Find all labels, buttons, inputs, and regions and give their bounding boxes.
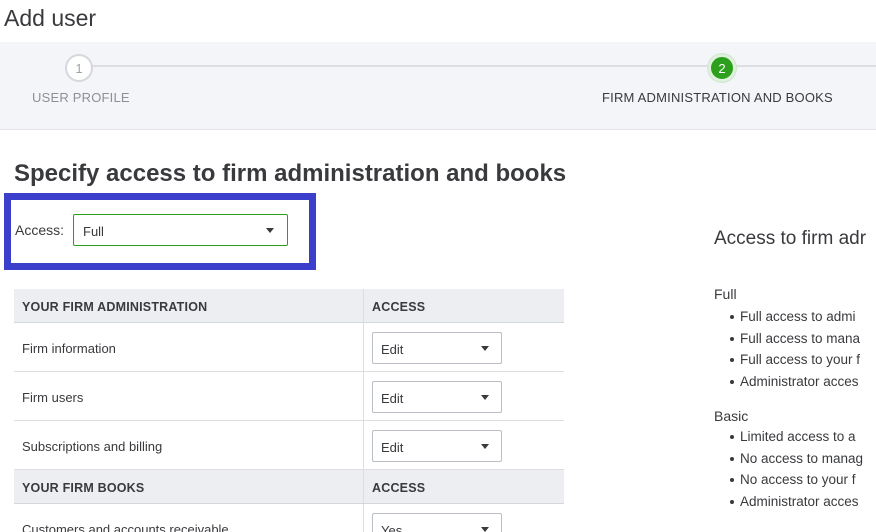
column-divider	[363, 323, 364, 371]
column-divider	[363, 289, 364, 322]
table-row: Firm users Edit	[14, 372, 564, 421]
level-title-full: Full	[714, 286, 737, 302]
table-header-firm-books: YOUR FIRM BOOKS ACCESS	[14, 470, 564, 504]
column-divider	[363, 470, 364, 503]
header-firm-books: YOUR FIRM BOOKS	[22, 481, 145, 495]
header-firm-administration: YOUR FIRM ADMINISTRATION	[22, 300, 208, 314]
row-label-customers-ar: Customers and accounts receivable	[22, 522, 229, 532]
list-item: Full access to mana	[729, 328, 860, 350]
step-2-indicator: 2	[708, 54, 736, 82]
table-row: Firm information Edit	[14, 323, 564, 372]
stepper-line	[92, 65, 876, 67]
firm-information-access-dropdown[interactable]: Edit	[372, 332, 502, 364]
access-level-dropdown[interactable]: Full	[73, 214, 288, 246]
list-item: Full access to admi	[729, 306, 860, 328]
list-item: Administrator acces	[729, 371, 860, 393]
chevron-down-icon	[481, 444, 489, 449]
column-divider	[363, 372, 364, 420]
dropdown-value: Yes	[381, 523, 403, 532]
access-info-title: Access to firm adr	[714, 228, 867, 249]
table-header-firm-administration: YOUR FIRM ADMINISTRATION ACCESS	[14, 289, 564, 323]
progress-stepper: 1 USER PROFILE 2 FIRM ADMINISTRATION AND…	[0, 42, 876, 130]
dropdown-value: Edit	[381, 440, 404, 455]
row-label-firm-information: Firm information	[22, 341, 116, 356]
step-1-indicator[interactable]: 1	[65, 54, 93, 82]
list-item: Limited access to a	[729, 426, 863, 448]
list-item: Administrator acces	[729, 491, 863, 513]
full-access-list: Full access to admi Full access to mana …	[729, 306, 860, 393]
section-title: Specify access to firm administration an…	[14, 160, 567, 187]
list-item: No access to manag	[729, 448, 863, 470]
basic-access-list: Limited access to a No access to manag N…	[729, 426, 863, 513]
firm-users-access-dropdown[interactable]: Edit	[372, 381, 502, 413]
chevron-down-icon	[481, 395, 489, 400]
permissions-table: YOUR FIRM ADMINISTRATION ACCESS Firm inf…	[14, 289, 564, 532]
step-1-label[interactable]: USER PROFILE	[32, 90, 130, 105]
table-row: Customers and accounts receivable Yes	[14, 504, 564, 532]
header-access: ACCESS	[372, 481, 426, 495]
access-info-panel: Access to firm adr	[714, 228, 876, 250]
page-title: Add user	[4, 5, 97, 31]
dropdown-value: Edit	[381, 391, 404, 406]
access-label: Access:	[15, 222, 65, 238]
header-access: ACCESS	[372, 300, 426, 314]
step-2-label: FIRM ADMINISTRATION AND BOOKS	[602, 90, 833, 105]
list-item: Full access to your f	[729, 349, 860, 371]
table-row: Subscriptions and billing Edit	[14, 421, 564, 470]
chevron-down-icon	[481, 527, 489, 532]
row-label-subscriptions-billing: Subscriptions and billing	[22, 439, 163, 454]
add-user-page: Add user 1 USER PROFILE 2 FIRM ADMINISTR…	[0, 0, 876, 532]
access-level-value: Full	[83, 224, 104, 239]
list-item: No access to your f	[729, 469, 863, 491]
level-title-basic: Basic	[714, 408, 749, 424]
dropdown-value: Edit	[381, 342, 404, 357]
chevron-down-icon	[481, 346, 489, 351]
column-divider	[363, 421, 364, 469]
subscriptions-billing-access-dropdown[interactable]: Edit	[372, 430, 502, 462]
row-label-firm-users: Firm users	[22, 390, 84, 405]
column-divider	[363, 504, 364, 532]
chevron-down-icon	[266, 228, 274, 233]
customers-ar-access-dropdown[interactable]: Yes	[372, 513, 502, 532]
